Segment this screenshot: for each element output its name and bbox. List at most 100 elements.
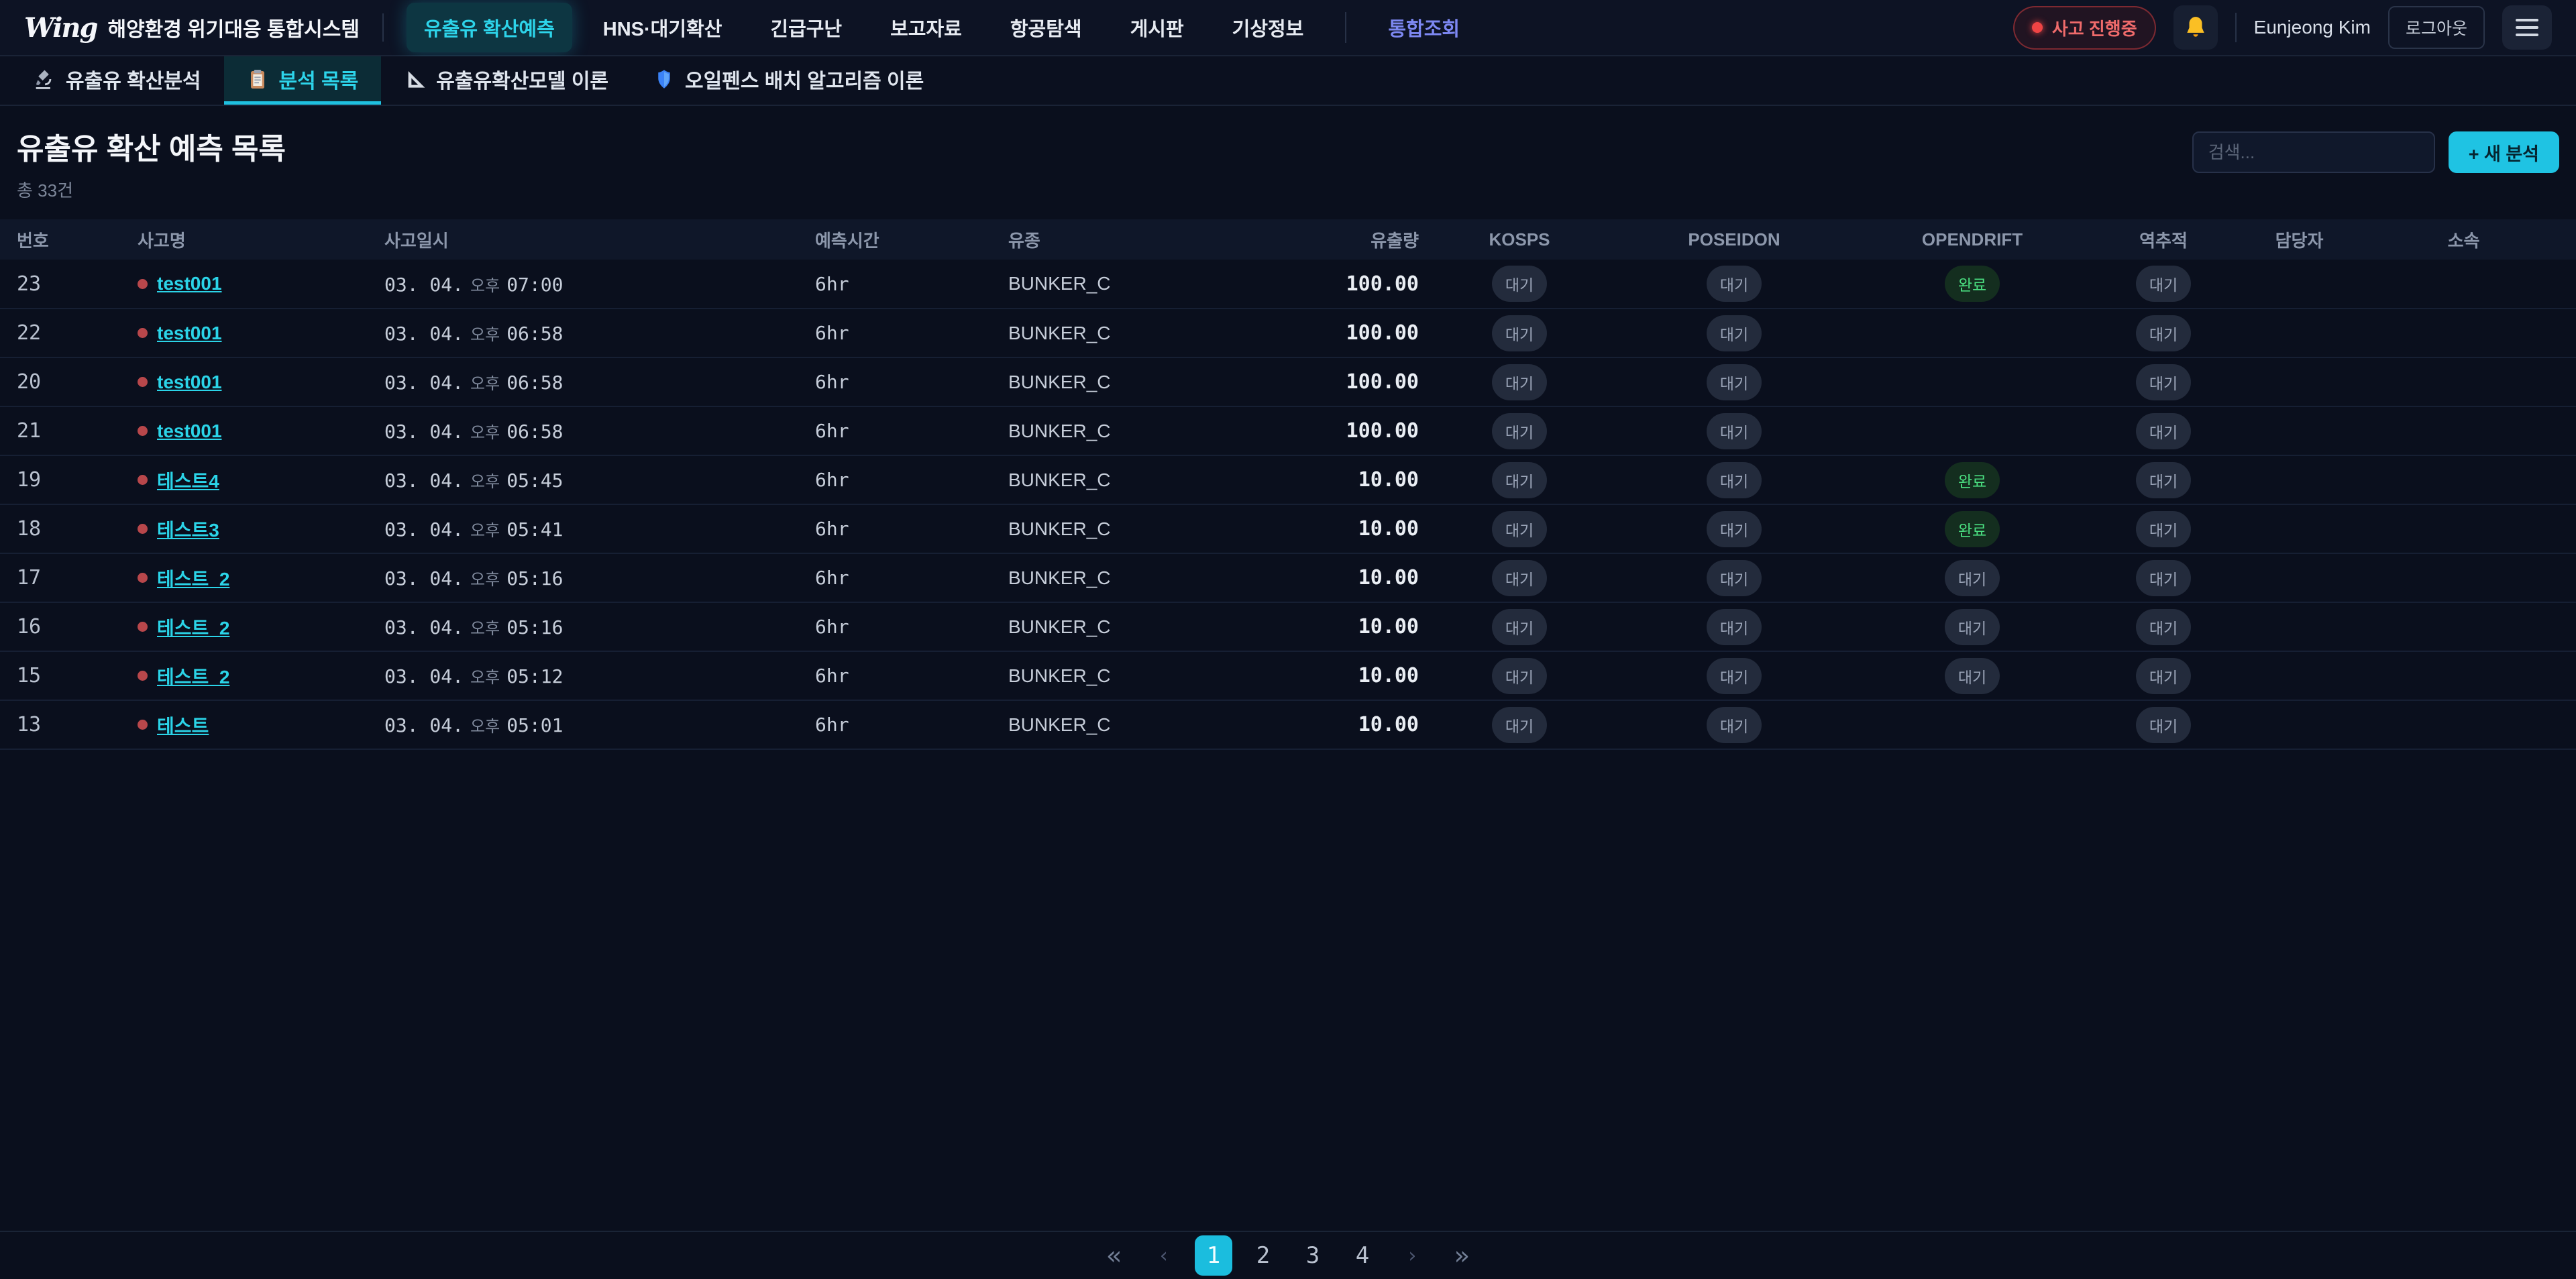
app-logo[interactable]: Wing 해양환경 위기대응 통합시스템 [24, 12, 360, 44]
kosps-cell: 대기 [1426, 651, 1613, 700]
incident-datetime-cell: 03. 04.오후05:01 [378, 700, 808, 749]
poseidon-status-badge: 대기 [1707, 560, 1762, 596]
nav-item-0[interactable]: 유출유 확산예측 [407, 3, 572, 52]
poseidon-cell: 대기 [1613, 553, 1855, 602]
incident-ampm: 오후 [470, 669, 500, 687]
incident-time: 05:16 [506, 616, 563, 638]
poseidon-status-badge: 대기 [1707, 707, 1762, 743]
poseidon-cell: 대기 [1613, 260, 1855, 309]
incident-status-badge[interactable]: 사고 진행중 [2013, 6, 2156, 50]
poseidon-cell: 대기 [1613, 651, 1855, 700]
manager-cell [2237, 553, 2361, 602]
table-row[interactable]: 23test00103. 04.오후07:006hrBUNKER_C100.00… [0, 260, 2576, 309]
logout-button[interactable]: 로그아웃 [2388, 6, 2485, 49]
spill-amount: 100.00 [1298, 260, 1426, 309]
organization-cell [2361, 700, 2576, 749]
opendrift-cell [1855, 700, 2090, 749]
incident-name-link[interactable]: 테스트 [157, 712, 209, 738]
tab-3[interactable]: 오일펜스 배치 알고리즘 이론 [631, 56, 947, 105]
incident-name-link[interactable]: 테스트3 [157, 516, 219, 543]
kosps-status-badge: 대기 [1492, 266, 1547, 302]
table-row[interactable]: 22test00103. 04.오후06:586hrBUNKER_C100.00… [0, 309, 2576, 357]
page-button-3[interactable]: 3 [1294, 1235, 1332, 1276]
incident-dot-icon [138, 377, 148, 387]
page-title: 유출유 확산 예측 목록 [17, 125, 286, 168]
manager-cell [2237, 651, 2361, 700]
oil-type: BUNKER_C [1002, 357, 1298, 406]
column-header-2: 사고일시 [378, 219, 808, 260]
next-page-button[interactable]: › [1393, 1235, 1431, 1276]
backtrack-status-badge: 대기 [2136, 560, 2191, 596]
hamburger-menu-button[interactable] [2502, 5, 2552, 50]
prediction-duration: 6hr [808, 455, 1002, 504]
page-button-4[interactable]: 4 [1344, 1235, 1381, 1276]
row-number: 17 [0, 553, 131, 602]
tab-2[interactable]: 유출유확산모델 이론 [381, 56, 631, 105]
incident-name-link[interactable]: test001 [157, 273, 222, 294]
bell-icon [2183, 15, 2208, 40]
poseidon-status-badge: 대기 [1707, 364, 1762, 400]
last-page-button[interactable]: » [1443, 1235, 1481, 1276]
nav-item-4[interactable]: 항공탐색 [993, 3, 1099, 52]
new-analysis-button[interactable]: + 새 분석 [2449, 131, 2559, 173]
nav-item-5[interactable]: 게시판 [1113, 3, 1201, 52]
tab-0[interactable]: 유출유 확산분석 [9, 56, 224, 105]
opendrift-cell [1855, 406, 2090, 455]
kosps-status-badge: 대기 [1492, 707, 1547, 743]
table-row[interactable]: 16테스트_203. 04.오후05:166hrBUNKER_C10.00대기대… [0, 602, 2576, 651]
page-button-2[interactable]: 2 [1244, 1235, 1282, 1276]
incident-name-link[interactable]: 테스트4 [157, 467, 219, 494]
notifications-button[interactable] [2174, 5, 2218, 50]
poseidon-status-badge: 대기 [1707, 658, 1762, 694]
tab-1[interactable]: 분석 목록 [224, 56, 382, 105]
prediction-duration: 6hr [808, 602, 1002, 651]
table-row[interactable]: 19테스트403. 04.오후05:456hrBUNKER_C10.00대기대기… [0, 455, 2576, 504]
table-row[interactable]: 17테스트_203. 04.오후05:166hrBUNKER_C10.00대기대… [0, 553, 2576, 602]
prediction-duration: 6hr [808, 700, 1002, 749]
prediction-duration: 6hr [808, 504, 1002, 553]
prediction-duration: 6hr [808, 406, 1002, 455]
backtrack-status-badge: 대기 [2136, 707, 2191, 743]
incident-name-cell: test001 [131, 406, 378, 455]
incident-name-link[interactable]: 테스트_2 [157, 614, 229, 641]
page-button-1[interactable]: 1 [1195, 1235, 1232, 1276]
nav-item-1[interactable]: HNS·대기확산 [586, 3, 740, 52]
manager-cell [2237, 455, 2361, 504]
incident-name-link[interactable]: 테스트_2 [157, 565, 229, 592]
nav-item-6[interactable]: 기상정보 [1215, 3, 1322, 52]
incident-name-link[interactable]: test001 [157, 421, 222, 442]
spill-amount: 10.00 [1298, 504, 1426, 553]
main-content: 유출유 확산 예측 목록 총 33건 + 새 분석 번호사고명사고일시예측시간유… [0, 106, 2576, 1231]
manager-cell [2237, 504, 2361, 553]
table-row[interactable]: 21test00103. 04.오후06:586hrBUNKER_C100.00… [0, 406, 2576, 455]
kosps-status-badge: 대기 [1492, 511, 1547, 547]
nav-item-2[interactable]: 긴급구난 [753, 3, 859, 52]
poseidon-status-badge: 대기 [1707, 266, 1762, 302]
nav-item-7[interactable]: 통합조회 [1371, 3, 1477, 52]
prediction-duration: 6hr [808, 260, 1002, 309]
incident-name-link[interactable]: test001 [157, 323, 222, 344]
prev-page-button[interactable]: ‹ [1145, 1235, 1183, 1276]
nav-item-3[interactable]: 보고자료 [873, 3, 979, 52]
incident-name-cell: 테스트_2 [131, 651, 378, 700]
incident-name-cell: 테스트3 [131, 504, 378, 553]
backtrack-cell: 대기 [2090, 602, 2237, 651]
organization-cell [2361, 504, 2576, 553]
table-row[interactable]: 15테스트_203. 04.오후05:126hrBUNKER_C10.00대기대… [0, 651, 2576, 700]
table-row[interactable]: 20test00103. 04.오후06:586hrBUNKER_C100.00… [0, 357, 2576, 406]
spill-amount: 100.00 [1298, 406, 1426, 455]
incident-time: 05:12 [506, 665, 563, 687]
incident-name-link[interactable]: test001 [157, 372, 222, 393]
search-input[interactable] [2192, 131, 2435, 173]
first-page-button[interactable]: « [1095, 1235, 1133, 1276]
incident-name-link[interactable]: 테스트_2 [157, 663, 229, 689]
incident-name-cell: test001 [131, 260, 378, 309]
manager-cell [2237, 260, 2361, 309]
table-row[interactable]: 18테스트303. 04.오후05:416hrBUNKER_C10.00대기대기… [0, 504, 2576, 553]
organization-cell [2361, 357, 2576, 406]
page-header: 유출유 확산 예측 목록 총 33건 + 새 분석 [0, 106, 2576, 219]
oil-type: BUNKER_C [1002, 309, 1298, 357]
column-header-3: 예측시간 [808, 219, 1002, 260]
row-number: 21 [0, 406, 131, 455]
table-row[interactable]: 13테스트03. 04.오후05:016hrBUNKER_C10.00대기대기대… [0, 700, 2576, 749]
